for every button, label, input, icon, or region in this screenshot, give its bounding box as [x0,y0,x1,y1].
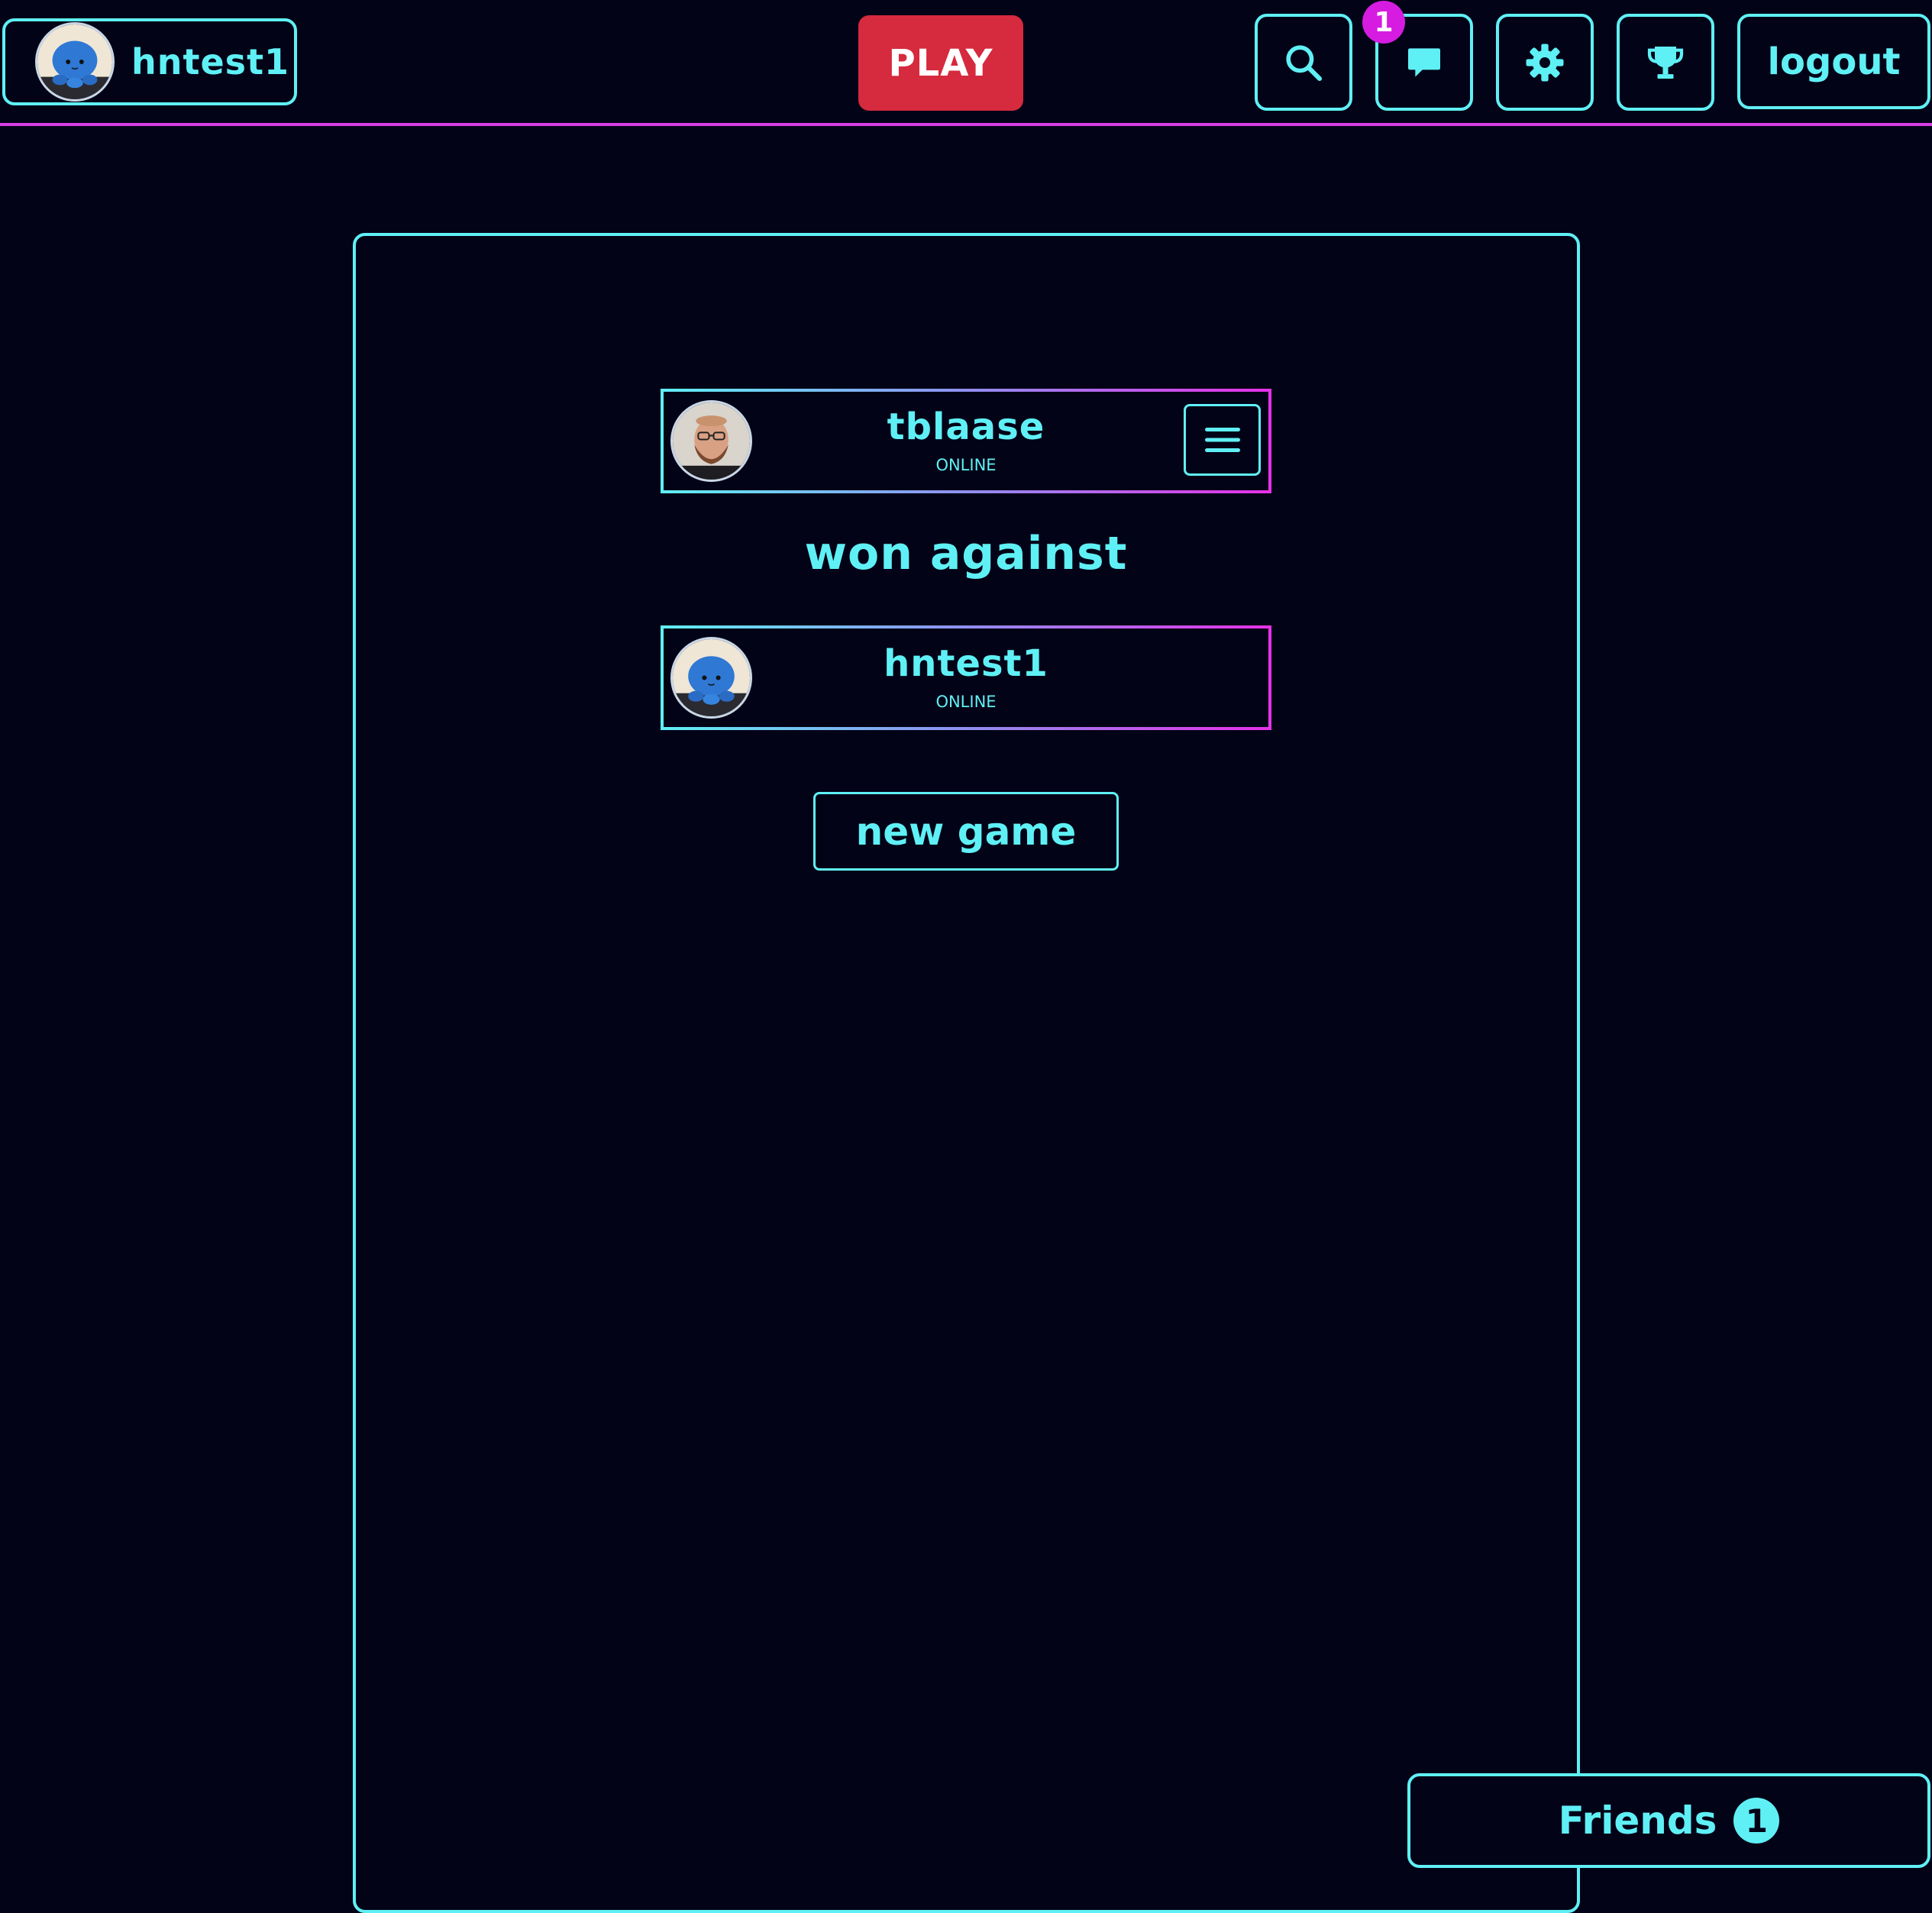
friends-toggle-button[interactable]: Friends 1 [1407,1773,1930,1868]
search-button[interactable] [1255,14,1352,111]
gear-icon [1526,44,1564,81]
winner-card: tblaase ONLINE [661,389,1271,493]
friends-count-badge: 1 [1733,1798,1780,1844]
loser-name: hntest1 [884,642,1048,685]
top-navbar: hntest1 PLAY 1 logout [0,0,1932,126]
hamburger-menu-icon [1204,428,1240,452]
new-game-button[interactable]: new game [813,792,1119,871]
winner-name: tblaase [887,406,1045,448]
trophy-icon [1647,46,1684,79]
result-verb: won against [804,527,1128,580]
settings-button[interactable] [1496,14,1594,111]
chat-icon [1408,47,1440,77]
search-icon [1286,44,1323,81]
current-user-button[interactable]: hntest1 [2,18,297,105]
winner-menu-button[interactable] [1184,404,1261,476]
current-user-avatar [35,22,115,102]
current-user-name: hntest1 [131,41,290,82]
loser-status: ONLINE [935,693,997,711]
chat-notification-badge: 1 [1362,1,1405,44]
friends-label: Friends [1558,1798,1717,1843]
octopus-icon [37,24,112,99]
play-button[interactable]: PLAY [858,15,1023,111]
loser-card: hntest1 ONLINE [661,625,1271,730]
leaderboard-button[interactable] [1617,14,1714,111]
logout-button[interactable]: logout [1737,14,1930,109]
winner-status: ONLINE [935,456,997,474]
